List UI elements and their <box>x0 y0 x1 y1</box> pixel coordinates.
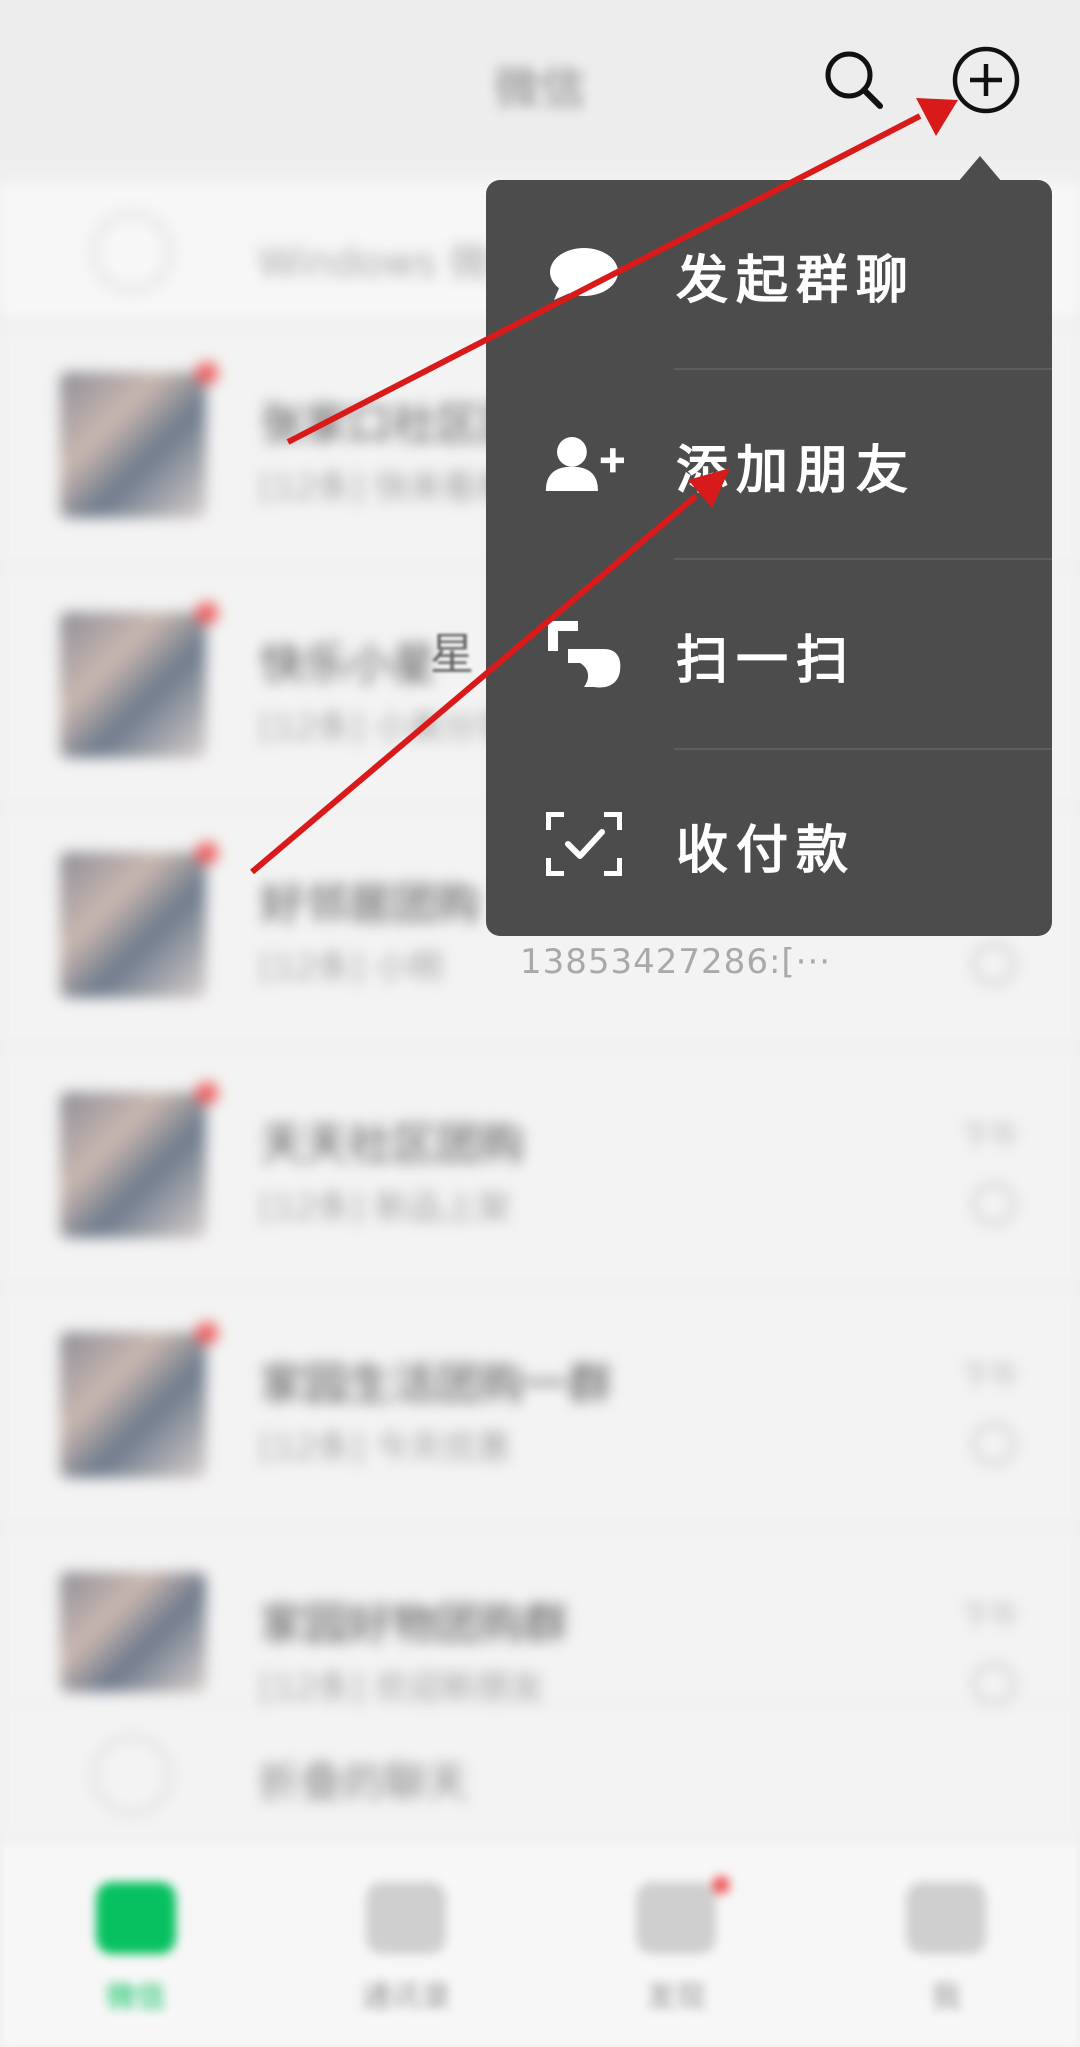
bottom-tab-bar: 微信 通讯录 发现 我 <box>0 1842 1080 2047</box>
search-button[interactable] <box>814 40 894 120</box>
menu-item-payment[interactable]: 收付款 <box>486 750 1052 938</box>
discover-badge <box>712 1876 730 1894</box>
mute-icon <box>972 1662 1016 1706</box>
mute-icon <box>972 942 1016 986</box>
top-bar: 微信 <box>0 0 1080 160</box>
mute-icon <box>972 1182 1016 1226</box>
chat-name: 好邻居团购 <box>260 879 480 930</box>
me-icon <box>906 1882 986 1954</box>
menu-item-group-chat[interactable]: 发起群聊 <box>486 180 1052 368</box>
menu-item-add-friend[interactable]: 添加朋友 <box>486 370 1052 558</box>
chat-preview: [12条] 新品上架 <box>260 1188 511 1228</box>
chats-icon <box>96 1882 176 1954</box>
tab-me[interactable]: 我 <box>856 1872 1036 2022</box>
tab-label: 发现 <box>646 1980 706 2015</box>
chat-item[interactable]: 家园生活团购一群 [12条] 今天优惠 下午 <box>0 1288 1080 1528</box>
menu-label: 收付款 <box>676 821 857 881</box>
menu-label: 发起群聊 <box>676 251 917 311</box>
tab-label: 我 <box>931 1980 961 2015</box>
payment-icon <box>544 804 624 884</box>
tab-discover[interactable]: 发现 <box>586 1872 766 2022</box>
unread-dot <box>196 362 218 384</box>
unread-dot <box>196 1322 218 1344</box>
popup-pointer <box>958 156 1002 182</box>
menu-label: 添加朋友 <box>676 441 917 501</box>
avatar <box>60 1572 206 1692</box>
tab-contacts[interactable]: 通讯录 <box>316 1872 496 2022</box>
chat-name: 家园生活团购一群 <box>260 1359 612 1410</box>
menu-label: 扫一扫 <box>676 631 857 691</box>
chat-time: 下午 <box>960 1360 1020 1395</box>
page-title: 微信 <box>494 61 586 115</box>
avatar <box>60 1092 206 1238</box>
tab-chats[interactable]: 微信 <box>46 1872 226 2022</box>
avatar <box>60 852 206 998</box>
chat-preview: [12条] 欢迎新朋友 <box>260 1668 545 1708</box>
unread-dot <box>196 842 218 864</box>
add-friend-icon <box>544 424 624 504</box>
search-icon <box>825 51 883 109</box>
menu-item-scan[interactable]: 扫一扫 <box>486 560 1052 748</box>
plus-circle-icon <box>952 46 1020 114</box>
wechat-screen: 微信 Windows 微信已登录 张家口社区团 [12条] 快来看看 下 <box>0 0 1080 2047</box>
add-menu-popup: 发起群聊 添加朋友 扫一扫 收付款 <box>486 180 1052 936</box>
chat-name: 家园好物团购群 <box>260 1599 568 1650</box>
chat-name: 张家口社区团 <box>260 399 524 450</box>
tab-label: 通讯录 <box>361 1980 451 2015</box>
unread-dot <box>196 1082 218 1104</box>
chat-preview: [12条] 小明 <box>260 948 443 988</box>
chat-preview-fragment: 13853427286:[··· <box>520 942 832 982</box>
avatar <box>60 1332 206 1478</box>
avatar <box>60 612 206 758</box>
chat-item[interactable]: 天天社区团购 [12条] 新品上架 下午 <box>0 1048 1080 1288</box>
folder-icon <box>92 1735 172 1815</box>
chat-bubble-icon <box>544 234 624 314</box>
chat-name: 天天社区团购 <box>260 1119 524 1170</box>
discover-icon <box>636 1882 716 1954</box>
unread-dot <box>196 602 218 624</box>
monitor-icon <box>92 212 172 292</box>
scan-icon <box>544 614 624 694</box>
chat-name: 快乐小星 <box>260 639 436 690</box>
mute-icon <box>972 1422 1016 1466</box>
add-menu-button[interactable] <box>946 40 1026 120</box>
chat-time: 下午 <box>960 1120 1020 1155</box>
chat-preview: [12条] 快来看看 <box>260 468 511 508</box>
contacts-icon <box>366 1882 446 1954</box>
avatar <box>60 372 206 518</box>
tab-label: 微信 <box>106 1980 166 2015</box>
folded-chats-label: 折叠的聊天 <box>258 1758 469 1807</box>
folded-chats-row[interactable]: 折叠的聊天 <box>0 1705 1080 1840</box>
chat-name-fragment: 星 <box>430 629 474 680</box>
chat-item[interactable]: 家园好物团购群 [12条] 欢迎新朋友 下午 <box>0 1528 1080 1708</box>
chat-preview: [12条] 今天优惠 <box>260 1428 511 1468</box>
chat-time: 下午 <box>960 1600 1020 1635</box>
